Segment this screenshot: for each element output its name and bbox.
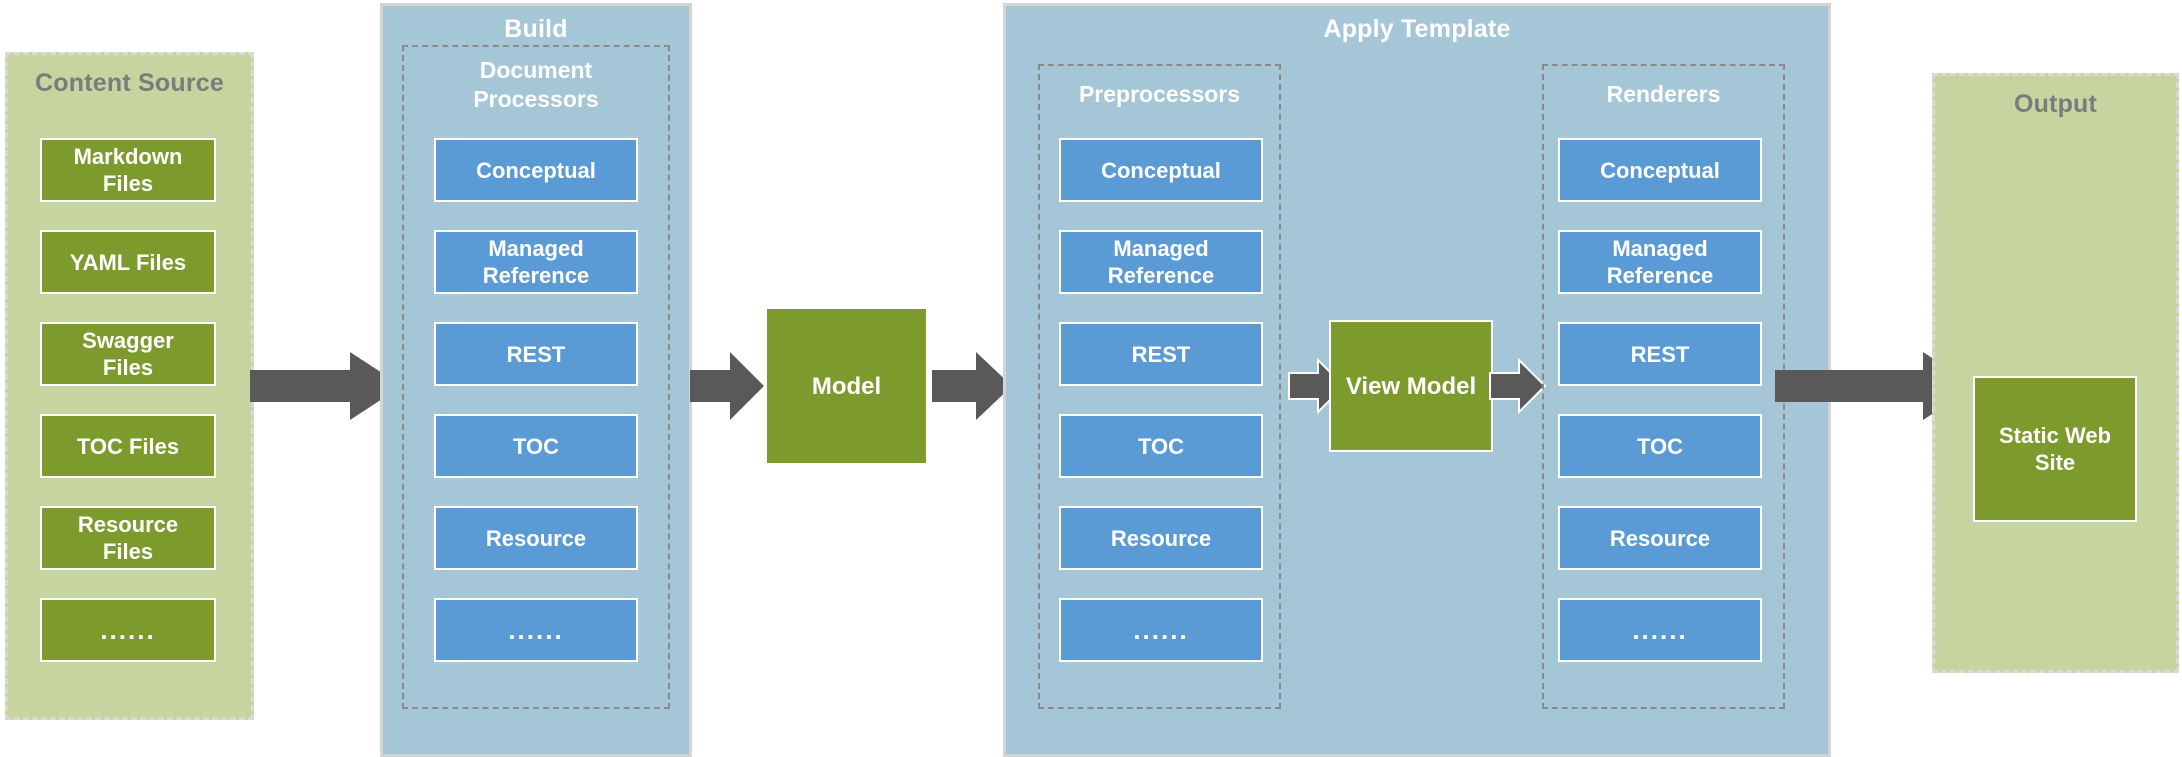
arrow-view-model-to-renderers — [1489, 357, 1547, 415]
panel-title-apply-template: Apply Template — [1323, 15, 1511, 43]
box-markdown-files[interactable]: Markdown Files — [40, 138, 216, 202]
panel-title-content-source: Content Source — [35, 69, 224, 97]
box-renderer-more[interactable]: ...... — [1558, 598, 1762, 662]
box-toc-files[interactable]: TOC Files — [40, 414, 216, 478]
box-build-resource[interactable]: Resource — [434, 506, 638, 570]
box-preprocessor-managed-reference[interactable]: Managed Reference — [1059, 230, 1263, 294]
box-swagger-files[interactable]: Swagger Files — [40, 322, 216, 386]
box-build-toc[interactable]: TOC — [434, 414, 638, 478]
panel-title-build: Build — [504, 15, 568, 43]
panel-output: Output — [1932, 73, 2179, 673]
box-yaml-files[interactable]: YAML Files — [40, 230, 216, 294]
group-title-renderers: Renderers — [1606, 81, 1721, 107]
box-model[interactable]: Model — [765, 307, 928, 465]
box-preprocessor-more[interactable]: ...... — [1059, 598, 1263, 662]
box-content-source-more[interactable]: ...... — [40, 598, 216, 662]
box-preprocessor-rest[interactable]: REST — [1059, 322, 1263, 386]
box-preprocessor-conceptual[interactable]: Conceptual — [1059, 138, 1263, 202]
box-renderer-resource[interactable]: Resource — [1558, 506, 1762, 570]
pipeline-diagram: Content Source Markdown Files YAML Files… — [0, 0, 2182, 757]
box-static-web-site[interactable]: Static Web Site — [1973, 376, 2137, 522]
box-renderer-managed-reference[interactable]: Managed Reference — [1558, 230, 1762, 294]
box-build-conceptual[interactable]: Conceptual — [434, 138, 638, 202]
box-resource-files[interactable]: Resource Files — [40, 506, 216, 570]
box-build-managed-reference[interactable]: Managed Reference — [434, 230, 638, 294]
box-renderer-toc[interactable]: TOC — [1558, 414, 1762, 478]
group-title-preprocessors: Preprocessors — [1078, 81, 1241, 107]
box-build-rest[interactable]: REST — [434, 322, 638, 386]
panel-title-output: Output — [2013, 90, 2098, 118]
box-view-model[interactable]: View Model — [1329, 320, 1493, 452]
arrow-build-to-model — [690, 352, 764, 420]
box-preprocessor-resource[interactable]: Resource — [1059, 506, 1263, 570]
box-renderer-rest[interactable]: REST — [1558, 322, 1762, 386]
arrow-model-to-apply-template — [932, 352, 1012, 420]
group-title-document-processors: Document Processors — [473, 57, 599, 112]
box-preprocessor-toc[interactable]: TOC — [1059, 414, 1263, 478]
box-build-more[interactable]: ...... — [434, 598, 638, 662]
box-renderer-conceptual[interactable]: Conceptual — [1558, 138, 1762, 202]
